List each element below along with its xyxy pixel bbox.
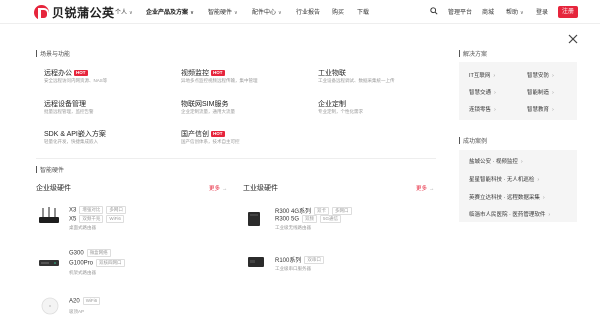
nav-enterprise[interactable]: 企业产品及方案 ∨ [146,7,194,16]
case-link[interactable]: 盐城公安 · 视频监控 › [469,157,523,165]
nav-help[interactable]: 帮助 ∨ [506,7,524,16]
section-title-solutions: 解决方案 [459,49,487,58]
hot-badge: HOT [211,70,225,76]
nav-login[interactable]: 登录 [536,7,548,16]
nav-console[interactable]: 管理平台 [448,7,472,16]
scenario-remote-device[interactable]: 远程设备管理 [44,99,86,109]
product-name[interactable]: R100系列 双串口 [275,255,324,265]
product-name[interactable]: A20 WiFi6 [69,297,101,305]
logo-text: 贝锐蒲公英 [52,6,115,20]
product-desc: 工业级串口服务器 [275,266,311,271]
scenario-industrial-iot[interactable]: 工业物联 [318,68,346,78]
chevron-down-icon: ∨ [278,10,282,16]
chevron-right-icon: › [552,73,554,79]
scenario-iot-sim[interactable]: 物联网SIM服务 [181,99,228,109]
solution-manufacturing[interactable]: 智能制造 › [527,88,554,96]
scenario-desc: 异地多点监控视频远程传输，集中管理 [181,78,258,83]
chevron-down-icon: ∨ [520,10,524,16]
product-desc: 工业级无线路由器 [275,225,311,230]
product-desc: 吸顶AP [69,309,85,314]
nav-hardware[interactable]: 智能硬件 ∨ [208,7,238,16]
chevron-down-icon: ∨ [129,10,133,16]
scenario-desc: 安全远程访问内网资源、NAS等 [44,78,108,83]
product-name[interactable]: X3 增强对比 多网口 [69,206,126,214]
search-icon[interactable] [430,7,438,15]
scenario-desc: 专业定制，个性化需求 [318,109,363,114]
scenario-xinchuang[interactable]: 国产信创 HOT [181,129,225,139]
more-link-enterprise[interactable]: 更多 → [209,184,228,192]
case-link[interactable]: 英赛立达科技 · 远程数据采集 › [469,193,545,201]
product-name[interactable]: R300 4G系列 双卡 多网口 [275,206,352,216]
case-link[interactable]: 临淄市人民医院 · 医药管理软件 › [469,210,550,218]
case-link[interactable]: 星星智能科技 · 无人机巡检 › [469,175,539,183]
solution-it[interactable]: IT互联网 › [469,71,495,79]
arrow-right-icon: → [429,186,435,192]
category-industrial-hardware: 工业级硬件 [243,185,278,192]
solution-security[interactable]: 智慧安防 › [527,71,554,79]
chevron-down-icon: ∨ [190,10,195,16]
chevron-right-icon: › [520,159,523,165]
nav-store[interactable]: 商城 [482,7,494,16]
section-title-scenarios: 场景与功能 [36,49,70,58]
scenario-desc: 轻量化开发，快捷集成嵌入 [44,139,98,144]
scenario-remote-office[interactable]: 远程办公 HOT [44,68,88,78]
section-title-hardware: 智能硬件 [36,165,64,174]
nav-personal[interactable]: 个人 ∨ [115,7,133,16]
ap-a20-image[interactable] [40,296,60,316]
chevron-right-icon: › [537,177,540,183]
top-navbar: 贝锐蒲公英 个人 ∨ 企业产品及方案 ∨ 智能硬件 ∨ 配件中心 ∨ 行业报告 购买 下… [0,0,600,24]
nav-buy[interactable]: 购买 [332,7,344,16]
nav-accessories[interactable]: 配件中心 ∨ [252,7,282,16]
hot-badge: HOT [74,70,88,76]
scenario-desc: 国产信创体系，技术自主可控 [181,139,240,144]
category-enterprise-hardware: 企业级硬件 [36,185,71,192]
solution-education[interactable]: 智慧教育 › [527,105,554,113]
router-r300-image[interactable] [246,210,262,228]
solution-retail[interactable]: 连锁零售 › [469,105,496,113]
chevron-down-icon: ∨ [234,10,238,16]
router-g-image[interactable] [38,256,60,270]
arrow-right-icon: → [222,186,228,192]
chevron-right-icon: › [494,90,496,96]
chevron-right-icon: › [548,212,551,218]
product-desc: 机架式路由器 [69,270,96,275]
hot-badge: HOT [211,131,225,137]
nav-download[interactable]: 下载 [357,7,369,16]
divider [36,158,436,159]
section-title-cases: 成功案例 [459,136,487,145]
close-icon[interactable] [568,34,578,44]
chevron-right-icon: › [552,90,554,96]
logo-mark-icon [34,5,49,20]
chevron-right-icon: › [494,107,496,113]
product-name[interactable]: R300 5G 双频 5G通信 [275,215,342,223]
chevron-right-icon: › [552,107,554,113]
scenario-video-monitor[interactable]: 视频监控 HOT [181,68,225,78]
scenario-desc: 企业定制流量，通用大流量 [181,109,235,114]
chevron-right-icon: › [542,195,545,201]
router-r100-image[interactable] [246,254,266,270]
router-x-image[interactable] [38,206,60,228]
nav-report[interactable]: 行业报告 [296,7,320,16]
product-name[interactable]: X5 双频千兆 WiFi6 [69,215,124,223]
scenario-sdk-api[interactable]: SDK & API嵌入方案 [44,129,106,139]
scenario-desc: 批量远程管理，监控告警 [44,109,94,114]
scenario-custom[interactable]: 企业定制 [318,99,346,109]
more-link-industrial[interactable]: 更多 → [416,184,435,192]
register-button[interactable]: 注册 [558,6,578,18]
product-name[interactable]: G100Pro 双核四网口 [69,259,125,267]
product-desc: 桌面式路由器 [69,225,96,230]
chevron-right-icon: › [493,73,496,79]
scenario-desc: 工业设备远程调试、数据采集统一上传 [318,78,395,83]
solution-traffic[interactable]: 智慧交通 › [469,88,496,96]
brand-logo[interactable]: 贝锐蒲公英 [34,4,115,21]
product-name[interactable]: G300 微盒网络 [69,249,111,257]
